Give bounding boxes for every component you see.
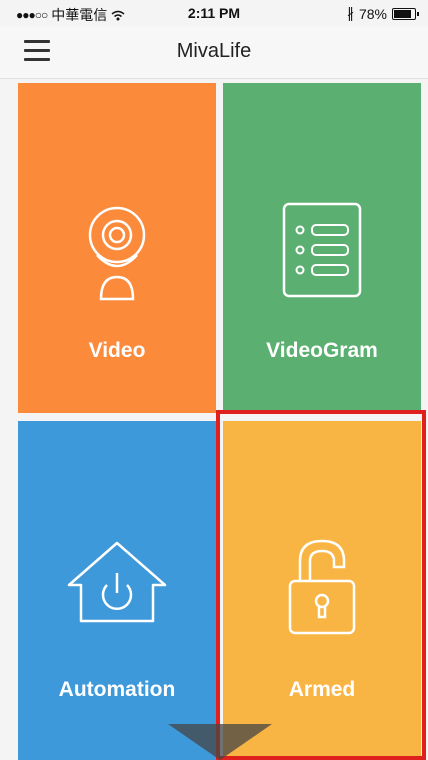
armed-tile[interactable]: Armed (223, 421, 421, 760)
webcam-icon (88, 206, 146, 301)
battery-icon (392, 7, 419, 20)
automation-label: Automation (58, 678, 176, 701)
videogram-tile[interactable]: VideoGram (223, 83, 421, 413)
battery-info: ∦ 78% (346, 5, 419, 22)
videogram-label: VideoGram (266, 339, 378, 362)
list-icon (282, 202, 362, 298)
nav-bar: MivaLife (0, 26, 428, 79)
automation-tile[interactable]: Automation (18, 421, 216, 760)
pull-down-tab-icon[interactable] (168, 724, 272, 760)
armed-label: Armed (288, 678, 356, 701)
video-label: Video (88, 339, 146, 362)
padlock-icon (288, 539, 356, 635)
status-bar: ●●●○○ 中華電信 2:11 PM ∦ 78% (0, 0, 428, 26)
battery-percent: 78% (358, 5, 387, 22)
video-tile[interactable]: Video (18, 83, 216, 413)
home-power-icon (67, 541, 167, 623)
bluetooth-icon: ∦ (346, 5, 354, 21)
app-title: MivaLife (176, 40, 252, 62)
